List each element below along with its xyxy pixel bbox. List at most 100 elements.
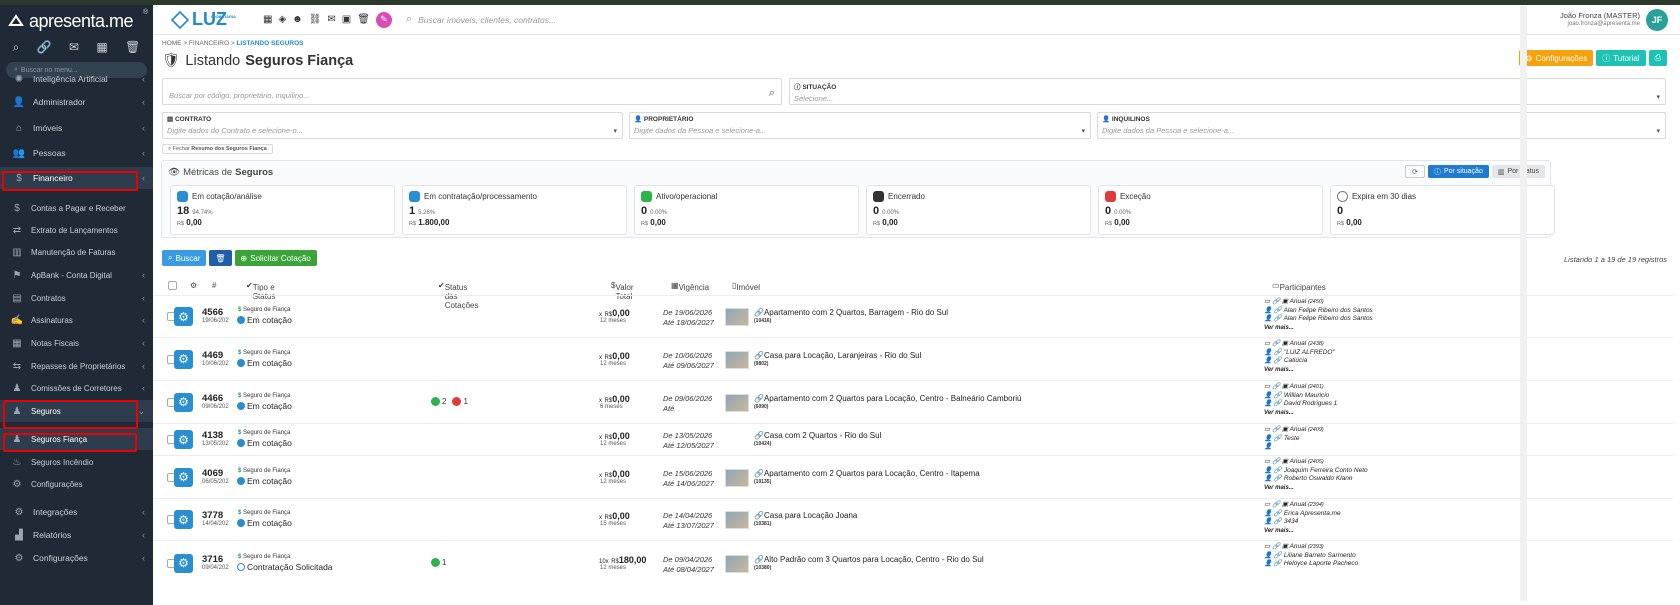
participant-2[interactable]: 👤 🔗 Heloyce Laporte Pacheco bbox=[1264, 560, 1358, 569]
metric-card[interactable]: Ativo/operacional 0 0.00% R$ 0,00 bbox=[634, 185, 859, 235]
sidebar-item-integracoes[interactable]: ⚙ Integrações ‹ bbox=[0, 501, 153, 523]
participant-plan[interactable]: ▭ 🔗 ▣ Anual (2394) bbox=[1264, 501, 1341, 510]
status-badge[interactable]: 2 bbox=[431, 396, 446, 406]
sidebar-item-seguros-incendio[interactable]: ♨ Seguros Incêndio bbox=[0, 451, 153, 473]
property-thumbnail[interactable] bbox=[725, 468, 749, 487]
people-icon[interactable]: ☻ bbox=[292, 14, 303, 25]
refresh-button[interactable]: ⟳ bbox=[1405, 165, 1425, 178]
see-more-link[interactable]: Ver mais... bbox=[1264, 527, 1341, 536]
property-thumbnail[interactable] bbox=[725, 393, 749, 412]
participant-plan[interactable]: ▭ 🔗 ▣ Anual (2438) bbox=[1264, 340, 1335, 349]
see-more-link[interactable]: Ver mais... bbox=[1264, 409, 1337, 418]
sidebar-item-assinaturas[interactable]: ✍ Assinaturas ‹ bbox=[0, 309, 153, 331]
participant-plan[interactable]: ▭ 🔗 ▣ Anual (2393) bbox=[1264, 543, 1358, 552]
sidebar-item-contas-a-pagar-e-receber[interactable]: $ Contas a Pagar e Receber bbox=[0, 197, 153, 219]
tutorial-button[interactable]: ⓘ Tutorial bbox=[1596, 50, 1646, 66]
table-row[interactable]: ⚙ 3716 09/04/202 $ Seguro de Fiança Contrata… bbox=[153, 540, 1673, 585]
participant-2[interactable]: 👤 bbox=[1264, 443, 1324, 452]
avatar[interactable]: JF bbox=[1646, 9, 1668, 31]
participant-1[interactable]: 👤 🔗 Liliane Barreto Sarmento bbox=[1264, 552, 1358, 561]
by-status-button[interactable]: ▥ Por status bbox=[1491, 165, 1545, 178]
row-property[interactable]: 🔗Apartamento com 2 Quartos para Locação,… bbox=[754, 394, 1021, 403]
global-search-input[interactable]: ⌕ Buscar imóveis, clientes, contratos... bbox=[406, 13, 556, 26]
participant-plan[interactable]: ▭ 🔗 ▣ Anual (2401) bbox=[1264, 383, 1337, 392]
sidebar-item-contratos[interactable]: ▤ Contratos ‹ bbox=[0, 287, 153, 309]
by-situation-button[interactable]: ⓘ Por situação bbox=[1427, 165, 1489, 178]
sidebar-item-pessoas[interactable]: 👥 Pessoas ‹ bbox=[0, 142, 153, 164]
print-button[interactable]: ⎙ bbox=[1648, 50, 1667, 66]
header-tipo[interactable]: ✔ Tipo e Status bbox=[246, 281, 275, 301]
participant-1[interactable]: 👤 🔗 "LUIZ ALFREDO" bbox=[1264, 349, 1335, 358]
filter-search-input[interactable]: Buscar por código, proprietário, inquili… bbox=[162, 78, 782, 105]
property-thumbnail[interactable] bbox=[725, 308, 749, 326]
row-settings-button[interactable]: ⚙ bbox=[174, 553, 193, 573]
row-number[interactable]: 3716 bbox=[202, 554, 223, 565]
row-number[interactable]: 4466 bbox=[202, 393, 223, 404]
participant-2[interactable]: 👤 🔗 Alan Felipe Ribeiro dos Santos bbox=[1264, 315, 1373, 324]
participant-1[interactable]: 👤 🔗 Joaquim Ferreira Conto Neto bbox=[1264, 467, 1368, 476]
row-number[interactable]: 3778 bbox=[202, 510, 223, 521]
breadcrumb-financeiro[interactable]: FINANCEIRO bbox=[189, 40, 229, 47]
vertical-scrollbar[interactable] bbox=[1520, 6, 1527, 601]
marketing-icon[interactable]: ✎ bbox=[375, 11, 392, 28]
dashboard-icon[interactable]: ▦ bbox=[263, 14, 272, 25]
sidebar-item-administrador[interactable]: 👤 Administrador ‹ bbox=[0, 91, 153, 113]
search-icon[interactable]: ⌕ bbox=[13, 40, 20, 55]
search-icon[interactable]: ⌕ bbox=[769, 87, 775, 100]
table-row[interactable]: ⚙ 4069 06/05/202 $ Seguro de Fiança Em cotaç… bbox=[153, 455, 1673, 498]
row-settings-button[interactable]: ⚙ bbox=[174, 392, 193, 412]
inquilinos-field[interactable]: 👤 INQUILINOS Digite dados da Pessoa e se… bbox=[1097, 112, 1666, 139]
row-property[interactable]: 🔗Casa para Locação, Laranjeiras - Rio do… bbox=[754, 351, 921, 360]
property-thumbnail[interactable] bbox=[725, 554, 749, 573]
metric-card[interactable]: Encerrado 0 0.00% R$ 0,00 bbox=[866, 185, 1091, 235]
trash-icon[interactable]: 🗑 bbox=[357, 14, 370, 25]
row-number[interactable]: 4138 bbox=[202, 430, 223, 441]
row-settings-button[interactable]: ⚙ bbox=[174, 349, 193, 369]
row-property[interactable]: 🔗Apartamento com 2 Quartos, Barragem - R… bbox=[754, 308, 948, 317]
situacao-select[interactable]: ⓘ SITUAÇÃO Selecione... ▾ bbox=[789, 78, 1666, 105]
participant-2[interactable]: 👤 🔗 David Rodrigues 1 bbox=[1264, 400, 1337, 409]
tag-icon[interactable]: ◈ bbox=[278, 14, 286, 25]
metric-card[interactable]: Exceção 0 0.00% R$ 0,00 bbox=[1098, 185, 1323, 235]
company-logo[interactable]: LUZ IMOBILIÁRIA bbox=[171, 9, 241, 31]
sidebar-item-configuracoes[interactable]: ⚙ Configurações ‹ bbox=[0, 547, 153, 569]
participant-plan[interactable]: ▭ 🔗 ▣ Anual (2405) bbox=[1264, 458, 1368, 467]
config-button[interactable]: ⚙ Configurações bbox=[1519, 50, 1594, 66]
participant-plan[interactable]: ▭ 🔗 ▣ Anual (2450) bbox=[1264, 298, 1373, 307]
sidebar-item-comissoes-de-corretores[interactable]: ♟ Comissões de Corretores ‹ bbox=[0, 377, 153, 399]
property-thumbnail[interactable] bbox=[725, 511, 749, 529]
sidebar-item-inteligencia-artificial[interactable]: ✺ Inteligência Artificial ‹ bbox=[0, 68, 153, 90]
status-badge[interactable]: 1 bbox=[431, 557, 446, 567]
row-number[interactable]: 4069 bbox=[202, 468, 223, 479]
table-row[interactable]: ⚙ 4566 19/06/202 $ Seguro de Fiança Em cotaç… bbox=[153, 295, 1673, 337]
participant-2[interactable]: 👤 🔗 Roberto Oswaldo Klann bbox=[1264, 475, 1368, 484]
trash-icon[interactable]: 🗑 bbox=[125, 40, 140, 54]
row-settings-button[interactable]: ⚙ bbox=[174, 307, 193, 326]
metric-card[interactable]: Em contratação/processamento 1 5.26% R$ 1.8… bbox=[402, 185, 627, 235]
participant-2[interactable]: 👤 🔗 3434 bbox=[1264, 518, 1341, 527]
property-thumbnail[interactable] bbox=[725, 350, 749, 369]
brand-logo[interactable]: apresenta.me ® bbox=[0, 5, 153, 37]
row-number[interactable]: 4469 bbox=[202, 350, 223, 361]
link-icon[interactable]: ⛓ bbox=[309, 14, 322, 25]
proprietario-field[interactable]: 👤 PROPRIETÁRIO Digite dados da Pessoa e … bbox=[629, 112, 1091, 139]
table-row[interactable]: ⚙ 4466 09/06/202 $ Seguro de Fiança Em cotaç… bbox=[153, 380, 1673, 423]
request-quote-button[interactable]: ⊕ Solicitar Cotação bbox=[234, 250, 317, 266]
row-number[interactable]: 4566 bbox=[202, 307, 223, 318]
clear-button[interactable]: 🗑 bbox=[209, 250, 232, 266]
row-property[interactable]: 🔗Casa para Locação Joana bbox=[754, 511, 857, 520]
sidebar-item-apbank-conta-digital[interactable]: ⚑ ApBank - Conta Digital ‹ bbox=[0, 264, 153, 286]
see-more-link[interactable]: Ver mais... bbox=[1264, 484, 1368, 493]
sidebar-item-notas-fiscais[interactable]: ▦ Notas Fiscais ‹ bbox=[0, 332, 153, 354]
sidebar-item-extrato-de-lancamentos[interactable]: ⇄ Extrato de Lançamentos bbox=[0, 219, 153, 241]
sidebar-item-configuracoes[interactable]: ⚙ Configurações bbox=[0, 473, 153, 495]
breadcrumb-home[interactable]: HOME bbox=[162, 40, 182, 47]
header-vigencia[interactable]: ▦ Vigência bbox=[671, 281, 709, 292]
row-property[interactable]: 🔗Apartamento com 2 Quartos para Locação,… bbox=[754, 469, 980, 478]
search-button[interactable]: ⌕ Buscar bbox=[162, 250, 207, 266]
link-icon[interactable]: 🔗 bbox=[37, 40, 52, 54]
table-row[interactable]: ⚙ 4469 10/06/202 $ Seguro de Fiança Em cotaç… bbox=[153, 337, 1673, 380]
participant-1[interactable]: 👤 🔗 Willian Mauricio bbox=[1264, 392, 1337, 401]
contrato-field[interactable]: ▤ CONTRATO Digite dados do Contrato e se… bbox=[162, 112, 623, 139]
participant-plan[interactable]: ▭ 🔗 ▣ Anual (2409) bbox=[1264, 426, 1324, 435]
